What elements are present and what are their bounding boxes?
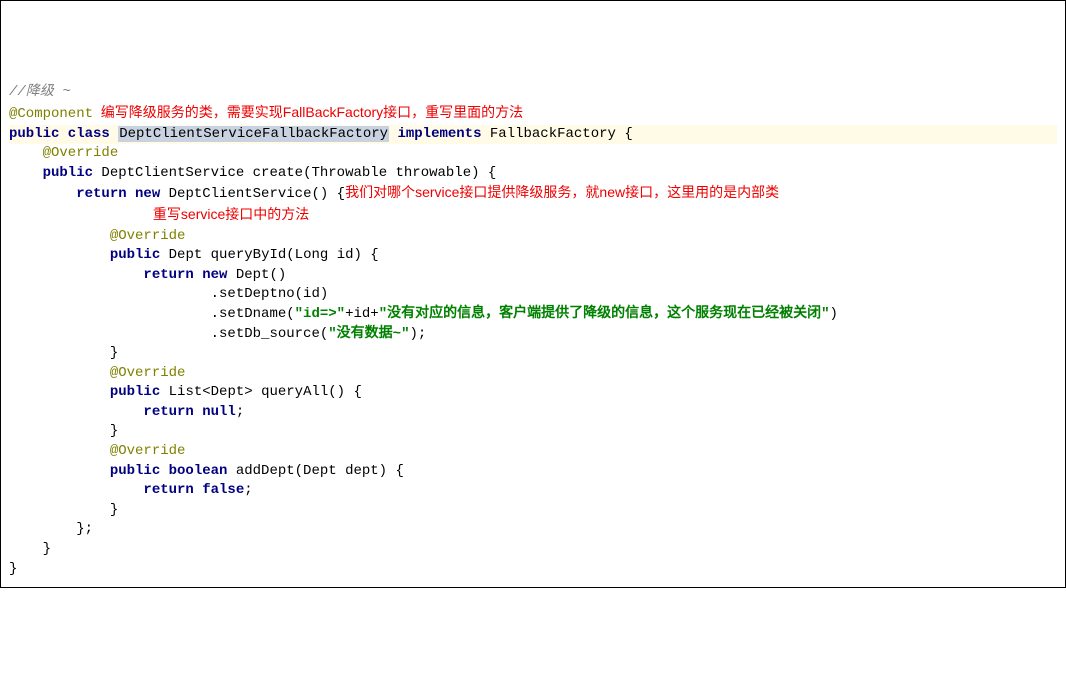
code-line: //降级 ~ [9,83,1057,103]
string-literal: "没有对应的信息，客户端提供了降级的信息，这个服务现在已经被关闭" [379,306,830,322]
method-params: (Long id) { [286,247,378,263]
keyword-return-new: return new [9,267,236,283]
code-line: public boolean addDept(Dept dept) { [9,462,1057,482]
code-line: public List<Dept> queryAll() { [9,383,1057,403]
string-literal: "没有数据~" [328,326,409,342]
type-name: DeptClientService [101,165,252,181]
code-line: .setDname("id=>"+id+"没有对应的信息，客户端提供了降级的信息… [9,305,1057,325]
code-line: 重写service接口中的方法 [9,205,1057,227]
class-name-highlighted: DeptClientServiceFallbackFactory [118,126,389,142]
keyword-public-boolean: public boolean [9,463,236,479]
method-chain-pre: .setDname( [9,306,295,322]
method-name: addDept [236,463,295,479]
red-annotation: 编写降级服务的类，需要实现FallBackFactory接口，重写里面的方法 [93,104,523,120]
annotation-override: @Override [9,365,185,381]
close-paren: ) [830,306,838,322]
code-line: } [9,422,1057,442]
keyword-public: public [9,247,169,263]
code-line: public DeptClientService create(Throwabl… [9,164,1057,184]
concat-op: +id+ [345,306,379,322]
code-line: } [9,501,1057,521]
red-annotation: 我们对哪个service接口提供降级服务，就new接口，这里用的是内部类 [345,184,779,200]
code-line-highlighted: public class DeptClientServiceFallbackFa… [9,125,1057,145]
semicolon: ; [244,482,252,498]
type-name: Dept [169,247,211,263]
code-line: .setDb_source("没有数据~"); [9,325,1057,345]
type-name: DeptClientService() { [169,186,345,202]
keyword-implements: implements [389,126,490,142]
type-name: FallbackFactory [490,126,616,142]
keyword-public: public [9,165,101,181]
code-line: .setDeptno(id) [9,285,1057,305]
close-paren: ); [409,326,426,342]
brace-open: { [616,126,633,142]
red-annotation: 重写service接口中的方法 [9,206,309,222]
method-params: () { [328,384,362,400]
annotation-component: @Component [9,106,93,122]
keyword-return-null: return null [9,404,236,420]
code-line: @Override [9,144,1057,164]
code-line: @Override [9,442,1057,462]
method-name: create [253,165,303,181]
annotation-override: @Override [9,145,118,161]
code-line: return false; [9,481,1057,501]
code-line: @Override [9,227,1057,247]
string-literal: "id=>" [295,306,345,322]
method-params: (Dept dept) { [295,463,404,479]
method-chain: .setDeptno(id) [9,286,328,302]
code-line: } [9,344,1057,364]
keyword-return-false: return false [9,482,244,498]
annotation-override: @Override [9,228,185,244]
code-line: return new DeptClientService() {我们对哪个ser… [9,183,1057,205]
annotation-override: @Override [9,443,185,459]
code-line: return null; [9,403,1057,423]
code-line: return new Dept() [9,266,1057,286]
keyword-public: public [9,384,169,400]
code-line: @Override [9,364,1057,384]
method-chain-pre: .setDb_source( [9,326,328,342]
code-line: }; [9,520,1057,540]
keyword-public-class: public class [9,126,118,142]
brace-close-semi: }; [9,521,93,537]
method-name: queryById [211,247,287,263]
code-line: public Dept queryById(Long id) { [9,246,1057,266]
brace-close: } [9,561,17,577]
code-line: } [9,560,1057,580]
type-name: Dept() [236,267,286,283]
semicolon: ; [236,404,244,420]
keyword-return-new: return new [9,186,169,202]
brace-close: } [9,541,51,557]
method-name: queryAll [261,384,328,400]
brace-close: } [9,502,118,518]
comment-text: //降级 ~ [9,84,71,100]
code-line: } [9,540,1057,560]
brace-close: } [9,345,118,361]
type-name: List<Dept> [169,384,261,400]
code-line: @Component 编写降级服务的类，需要实现FallBackFactory接… [9,103,1057,125]
code-editor[interactable]: //降级 ~ @Component 编写降级服务的类，需要实现FallBackFa… [9,83,1057,579]
brace-close: } [9,423,118,439]
method-params: (Throwable throwable) { [303,165,496,181]
